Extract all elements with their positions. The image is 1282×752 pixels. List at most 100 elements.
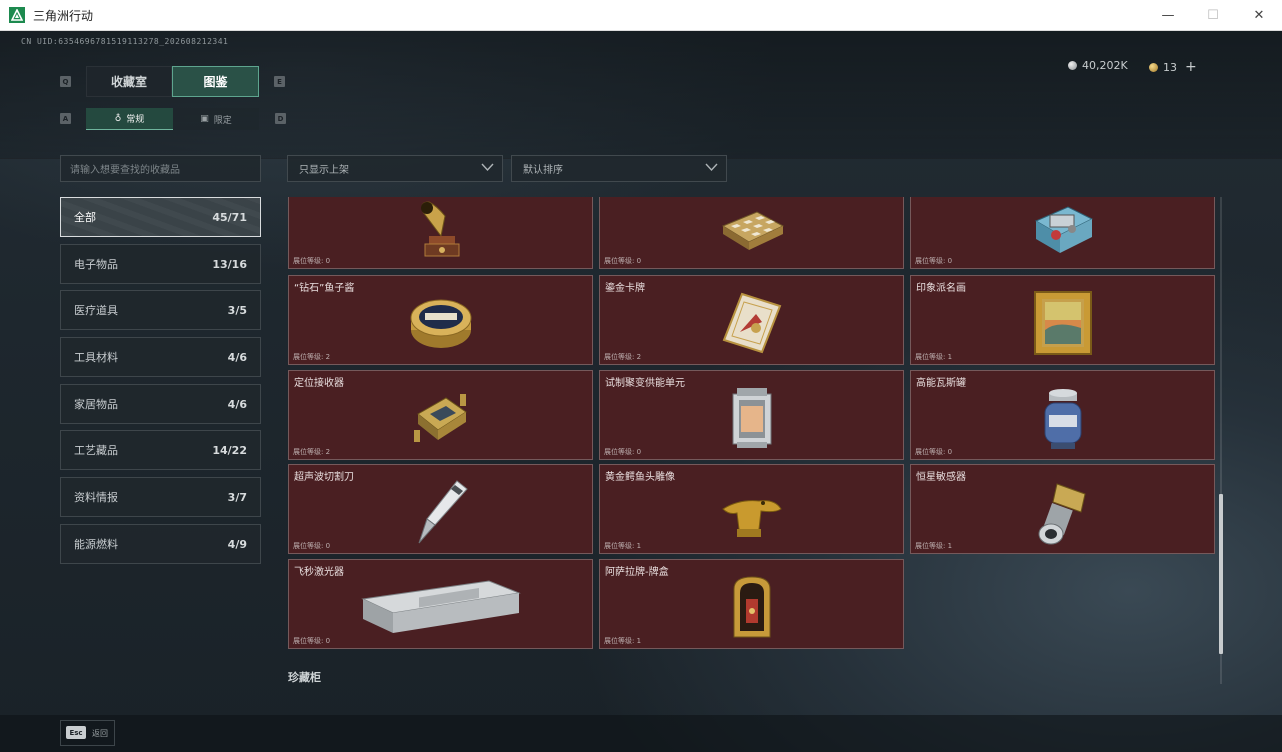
star-sensor-icon — [1038, 483, 1086, 545]
category-label: 工艺藏品 — [74, 444, 118, 457]
subtab-regular[interactable]: ♁ 常规 — [86, 108, 173, 130]
item-name: 超声波切割刀 — [294, 472, 354, 483]
gold-currency: 13 + — [1149, 59, 1197, 75]
tab-collection-room[interactable]: 收藏室 — [86, 66, 172, 97]
subtab-label: 常规 — [126, 115, 145, 125]
shelf-filter-value: 只显示上架 — [299, 165, 349, 176]
subtab-limited[interactable]: ▣ 限定 — [173, 108, 259, 130]
item-name: 阿萨拉牌-牌盒 — [605, 567, 669, 578]
esc-key-icon: Esc — [66, 726, 86, 739]
item-card-chessboard[interactable]: 展位等级: 0 — [599, 197, 904, 269]
tab-label: 图鉴 — [203, 75, 228, 89]
item-level: 展位等级: 0 — [604, 448, 642, 456]
add-currency-button[interactable]: + — [1185, 59, 1197, 75]
player-uid: CN UID:6354696781519113278_202608212341 — [21, 37, 229, 46]
category-count: 3/7 — [227, 490, 247, 504]
category-count: 14/22 — [212, 443, 247, 457]
maximize-button[interactable]: ☐ — [1190, 0, 1236, 31]
painting-icon — [1033, 290, 1092, 355]
category-label: 工具材料 — [74, 351, 118, 364]
category-label: 能源燃料 — [74, 538, 118, 551]
window-title: 三角洲行动 — [33, 8, 94, 23]
item-card-gold-crocodile[interactable]: 黄金鳄鱼头雕像 展位等级: 1 — [599, 464, 904, 554]
category-label: 家居物品 — [74, 398, 118, 411]
item-name: 恒星敏感器 — [916, 472, 966, 483]
hotkey-e: E — [274, 76, 285, 87]
item-card-device[interactable]: 展位等级: 0 — [910, 197, 1215, 269]
category-energy[interactable]: 能源燃料 4/9 — [60, 524, 261, 564]
category-all[interactable]: 全部 45/71 — [60, 197, 261, 237]
window-titlebar: 三角洲行动 — ☐ ✕ — [0, 0, 1282, 31]
item-card-ultrasonic-knife[interactable]: 超声波切割刀 展位等级: 0 — [288, 464, 593, 554]
app-logo-icon — [9, 7, 25, 23]
hotkey-a: A — [60, 113, 71, 124]
category-count: 3/5 — [227, 303, 247, 317]
back-label: 返回 — [92, 729, 108, 738]
category-medical[interactable]: 医疗道具 3/5 — [60, 290, 261, 330]
category-count: 45/71 — [212, 210, 247, 224]
gramophone-icon — [420, 201, 459, 257]
item-level: 展位等级: 1 — [915, 353, 953, 361]
item-name: 高能瓦斯罐 — [916, 378, 966, 389]
chevron-down-icon — [705, 163, 718, 172]
search-input[interactable]: 请输入想要查找的收藏品 — [60, 155, 261, 182]
item-level: 展位等级: 0 — [915, 448, 953, 456]
category-label: 资料情报 — [74, 491, 118, 504]
minimize-icon: — — [1161, 8, 1175, 23]
item-card-gold-card[interactable]: 鎏金卡牌 展位等级: 2 — [599, 275, 904, 365]
item-card-gas-canister[interactable]: 高能瓦斯罐 展位等级: 0 — [910, 370, 1215, 460]
close-button[interactable]: ✕ — [1236, 0, 1282, 31]
item-card-fusion-unit[interactable]: 试制聚变供能单元 展位等级: 0 — [599, 370, 904, 460]
sort-dropdown[interactable]: 默认排序 — [511, 155, 727, 182]
card-box-icon — [733, 576, 770, 638]
subtab-label: 限定 — [213, 115, 232, 126]
item-card-femtosecond-laser[interactable]: 飞秒激光器 展位等级: 0 — [288, 559, 593, 649]
item-card-gramophone[interactable]: 展位等级: 0 — [288, 197, 593, 269]
gold-card-icon — [722, 292, 781, 353]
silver-coin-icon — [1068, 61, 1077, 70]
item-level: 展位等级: 1 — [915, 542, 953, 550]
femtosecond-laser-icon — [360, 580, 521, 633]
gold-crocodile-icon — [721, 500, 782, 538]
item-level: 展位等级: 0 — [293, 257, 331, 265]
chevron-down-icon — [481, 163, 494, 172]
fusion-unit-icon — [732, 387, 771, 448]
category-household[interactable]: 家居物品 4/6 — [60, 384, 261, 424]
category-label: 医疗道具 — [74, 304, 118, 317]
sort-value: 默认排序 — [523, 165, 563, 176]
minimize-button[interactable]: — — [1145, 0, 1191, 31]
category-electronics[interactable]: 电子物品 13/16 — [60, 244, 261, 284]
chessboard-icon — [721, 211, 784, 251]
category-crafts[interactable]: 工艺藏品 14/22 — [60, 430, 261, 470]
category-intel[interactable]: 资料情报 3/7 — [60, 477, 261, 517]
silver-currency: 40,202K — [1068, 59, 1128, 72]
tab-codex[interactable]: 图鉴 — [172, 66, 259, 97]
item-card-receiver[interactable]: 定位接收器 展位等级: 2 — [288, 370, 593, 460]
receiver-icon — [413, 393, 467, 442]
category-label: 电子物品 — [74, 258, 118, 271]
gold-amount: 13 — [1163, 60, 1177, 74]
section-title-treasure-cabinet: 珍藏柜 — [288, 671, 321, 684]
maximize-icon: ☐ — [1207, 8, 1219, 23]
item-name: 鎏金卡牌 — [605, 283, 645, 294]
category-label: 全部 — [74, 211, 96, 224]
grid-scroll-thumb[interactable] — [1219, 494, 1223, 654]
hotkey-q: Q — [60, 76, 71, 87]
item-card-caviar[interactable]: “钻石”鱼子酱 展位等级: 2 — [288, 275, 593, 365]
item-name: 黄金鳄鱼头雕像 — [605, 472, 675, 483]
item-card-card-box[interactable]: 阿萨拉牌-牌盒 展位等级: 1 — [599, 559, 904, 649]
item-name: “钻石”鱼子酱 — [294, 283, 355, 294]
flask-icon: ♁ — [114, 113, 122, 124]
item-card-star-sensor[interactable]: 恒星敏感器 展位等级: 1 — [910, 464, 1215, 554]
shelf-filter-dropdown[interactable]: 只显示上架 — [287, 155, 503, 182]
category-count: 4/6 — [227, 350, 247, 364]
bottom-bar — [0, 715, 1282, 752]
silver-amount: 40,202K — [1082, 59, 1128, 72]
category-tools[interactable]: 工具材料 4/6 — [60, 337, 261, 377]
item-name: 印象派名画 — [916, 283, 966, 294]
item-card-painting[interactable]: 印象派名画 展位等级: 1 — [910, 275, 1215, 365]
game-area: CN UID:6354696781519113278_202608212341 … — [0, 31, 1282, 752]
collectibles-grid: 展位等级: 0 展位等级: 0 展位等级: 0 “钻石”鱼子酱 展位等级: 2 … — [287, 197, 1217, 650]
item-name: 试制聚变供能单元 — [605, 378, 685, 389]
item-level: 展位等级: 1 — [604, 637, 642, 645]
